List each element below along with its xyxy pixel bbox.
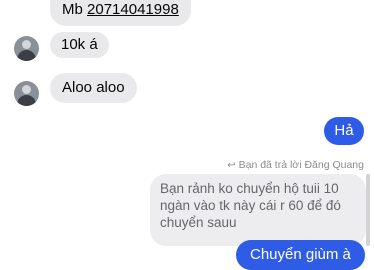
message-text: Aloo aloo bbox=[62, 79, 125, 96]
phone-number-link[interactable]: 20714041998 bbox=[87, 1, 179, 18]
quote-indicator-bar bbox=[366, 174, 370, 246]
message-text: 10k á bbox=[61, 36, 98, 53]
avatar-body-shape bbox=[17, 50, 36, 61]
reply-note-text: Bạn đã trả lời Đăng Quang bbox=[238, 159, 364, 171]
reply-arrow-icon: ↩ bbox=[227, 160, 236, 171]
quoted-text: Bạn rảnh ko chuyển hộ tuii 10 ngàn vào t… bbox=[160, 181, 341, 230]
incoming-message-account-number[interactable]: Mb 20714041998 bbox=[50, 0, 191, 26]
quoted-message[interactable]: Bạn rảnh ko chuyển hộ tuii 10 ngàn vào t… bbox=[150, 174, 366, 246]
avatar-head-shape bbox=[22, 40, 31, 49]
avatar-body-shape bbox=[17, 95, 36, 106]
outgoing-message-reply[interactable]: Chuyển giùm à bbox=[236, 240, 365, 270]
outgoing-message[interactable]: Hả bbox=[324, 117, 364, 145]
incoming-message[interactable]: Aloo aloo bbox=[50, 73, 137, 103]
avatar-head-shape bbox=[22, 85, 31, 94]
message-text: Chuyển giùm à bbox=[250, 246, 351, 263]
sender-avatar[interactable] bbox=[14, 36, 39, 61]
sender-avatar[interactable] bbox=[14, 81, 39, 106]
incoming-message[interactable]: 10k á bbox=[50, 32, 109, 58]
message-text: Mb bbox=[62, 1, 88, 18]
message-text: Hả bbox=[334, 122, 354, 139]
reply-indicator: ↩ Bạn đã trả lời Đăng Quang bbox=[227, 158, 364, 173]
